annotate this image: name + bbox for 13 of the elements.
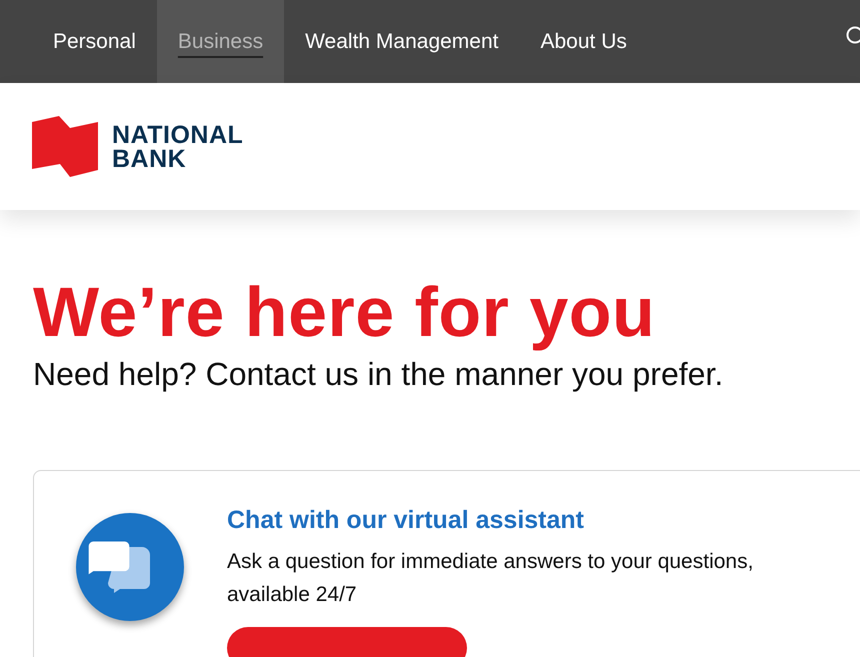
flag-logo-icon xyxy=(32,116,98,177)
nav-tab[interactable]: Personal xyxy=(32,0,157,83)
chat-bubbles-icon xyxy=(76,513,184,621)
card-title: Chat with our virtual assistant xyxy=(227,505,586,536)
nav-tab[interactable]: Wealth Management xyxy=(284,0,520,83)
nav-tab[interactable]: Business xyxy=(156,0,284,83)
logo-text: NATIONAL xyxy=(112,122,244,146)
nav-tab[interactable]: About Us xyxy=(520,0,648,83)
page-heading: We’re here for you xyxy=(33,272,656,352)
card-description: Ask a question for immediate answers to your questions, available 24/7 xyxy=(227,549,754,608)
chat-button[interactable] xyxy=(227,627,467,657)
page-subtitle: Need help? Contact us in the manner you prefer. xyxy=(33,355,724,394)
logo-text: BANK xyxy=(112,146,188,170)
